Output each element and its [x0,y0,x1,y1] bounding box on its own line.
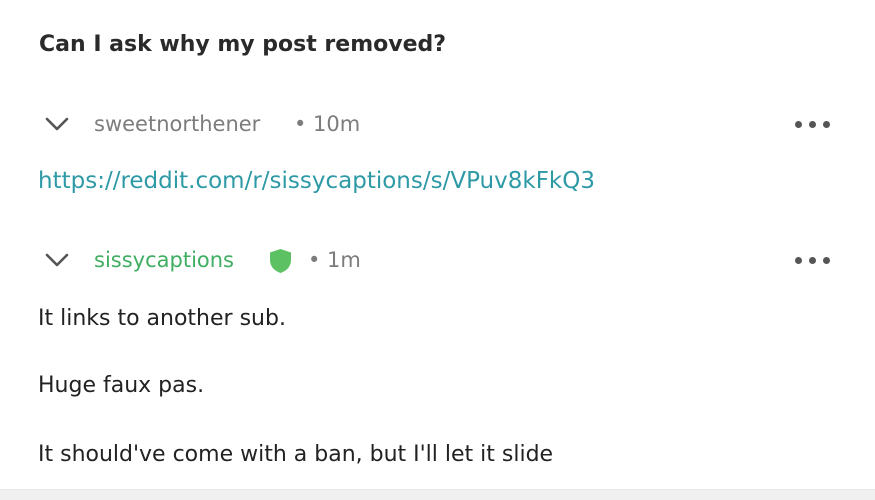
moderator-shield-icon [268,248,293,274]
collapse-chevron-icon[interactable] [44,115,70,133]
more-dot [823,121,830,128]
comment-header: sissycaptions • 1m [0,243,875,277]
comment-body-line: Huge faux pas. [38,373,205,398]
bottom-divider [0,489,875,500]
more-dot [823,257,830,264]
comment-body-line: It should've come with a ban, but I'll l… [38,442,554,467]
more-dot [795,257,802,264]
comment-link[interactable]: https://reddit.com/r/sissycaptions/s/VPu… [38,166,595,196]
comment-timestamp: • 1m [308,248,361,272]
comment-author[interactable]: sweetnorthener [94,110,260,138]
post-title: Can I ask why my post removed? [39,32,447,57]
comment-header: sweetnorthener • 10m [0,107,875,141]
more-dot [809,121,816,128]
comment-author[interactable]: sissycaptions [94,246,234,274]
more-options-icon[interactable] [795,257,835,265]
more-options-icon[interactable] [795,121,835,129]
more-dot [809,257,816,264]
comment-thread: Can I ask why my post removed? sweetnort… [0,0,875,500]
collapse-chevron-icon[interactable] [44,251,70,269]
more-dot [795,121,802,128]
comment-body-line: It links to another sub. [38,306,286,331]
comment-timestamp: • 10m [294,112,361,136]
